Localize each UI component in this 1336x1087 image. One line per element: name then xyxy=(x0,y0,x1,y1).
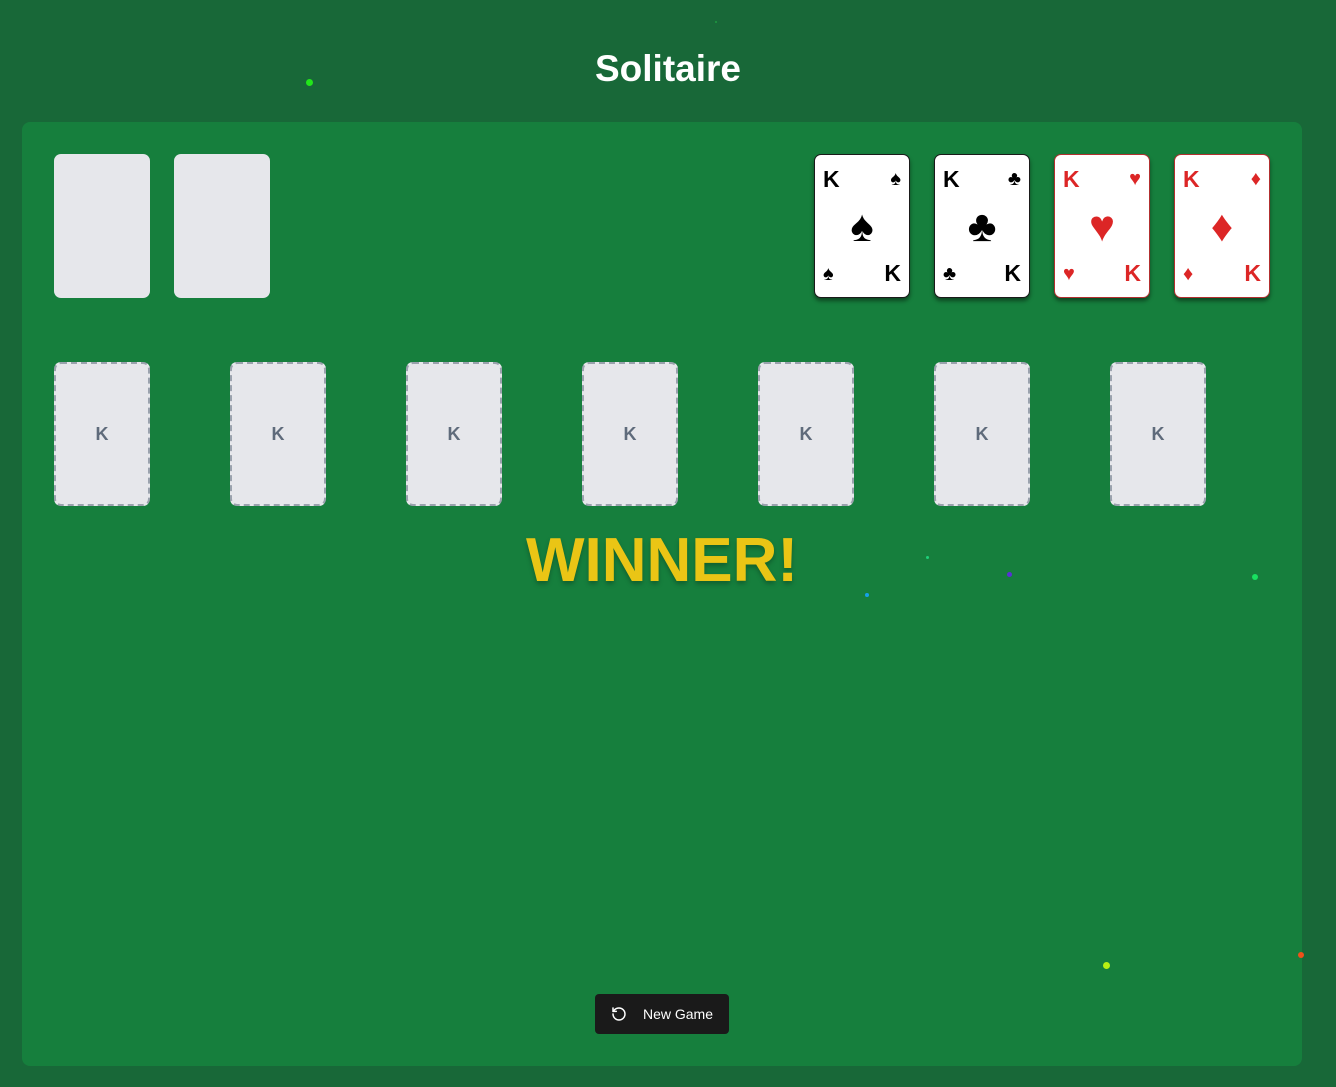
tableau-pile-6[interactable]: K xyxy=(934,362,1030,506)
diamond-icon: ♦ xyxy=(1210,202,1234,251)
confetti-particle xyxy=(1103,962,1110,969)
tableau-pile-5[interactable]: K xyxy=(758,362,854,506)
rotate-ccw-icon xyxy=(612,1007,626,1021)
card-suit-top: ♣ xyxy=(1007,168,1021,190)
new-game-label: New Game xyxy=(642,1006,714,1022)
tableau-pile-3[interactable]: K xyxy=(406,362,502,506)
tableau-pile-2[interactable]: K xyxy=(230,362,326,506)
confetti-particle xyxy=(865,593,869,597)
foundation-hearts-card[interactable]: K ♥ ♥ ♥ K xyxy=(1054,154,1150,298)
confetti-particle xyxy=(926,556,929,559)
confetti-particle xyxy=(715,21,717,23)
card-suit-top: ♥ xyxy=(1129,168,1141,190)
card-suit-bottom: ♥ xyxy=(1063,263,1075,285)
card-rank-bottom: K xyxy=(1244,260,1261,286)
card-rank-bottom: K xyxy=(884,260,901,286)
card-suit-bottom: ♦ xyxy=(1183,263,1194,285)
stock-pile[interactable] xyxy=(54,154,150,298)
card-rank-bottom: K xyxy=(1004,260,1021,286)
confetti-particle xyxy=(1007,572,1012,577)
waste-pile[interactable] xyxy=(174,154,270,298)
confetti-particle xyxy=(306,79,313,86)
heart-icon: ♥ xyxy=(1088,202,1116,251)
card-suit-top: ♦ xyxy=(1250,168,1261,190)
game-board: K ♠ ♠ ♠ K K ♣ ♣ ♣ K K ♥ ♥ ♥ K K ♦ ♦ ♦ K … xyxy=(22,122,1302,1066)
card-rank-top: K xyxy=(823,166,840,192)
card-rank-top: K xyxy=(943,166,960,192)
card-rank-bottom: K xyxy=(1124,260,1141,286)
page-title: Solitaire xyxy=(595,48,741,89)
card-suit-bottom: ♣ xyxy=(943,263,957,285)
confetti-particle xyxy=(1252,574,1258,580)
tableau-pile-4[interactable]: K xyxy=(582,362,678,506)
foundation-diamonds-card[interactable]: K ♦ ♦ ♦ K xyxy=(1174,154,1270,298)
confetti-particle xyxy=(1298,952,1304,958)
foundation-spades-card[interactable]: K ♠ ♠ ♠ K xyxy=(814,154,910,298)
club-icon: ♣ xyxy=(967,202,997,251)
tableau-pile-7[interactable]: K xyxy=(1110,362,1206,506)
card-suit-bottom: ♠ xyxy=(823,263,834,285)
card-rank-top: K xyxy=(1183,166,1200,192)
new-game-button[interactable]: New Game xyxy=(595,994,729,1034)
card-suit-top: ♠ xyxy=(890,168,901,190)
tableau-pile-1[interactable]: K xyxy=(54,362,150,506)
card-rank-top: K xyxy=(1063,166,1080,192)
foundation-clubs-card[interactable]: K ♣ ♣ ♣ K xyxy=(934,154,1030,298)
winner-message: WINNER! xyxy=(525,526,799,595)
spade-icon: ♠ xyxy=(850,202,874,251)
